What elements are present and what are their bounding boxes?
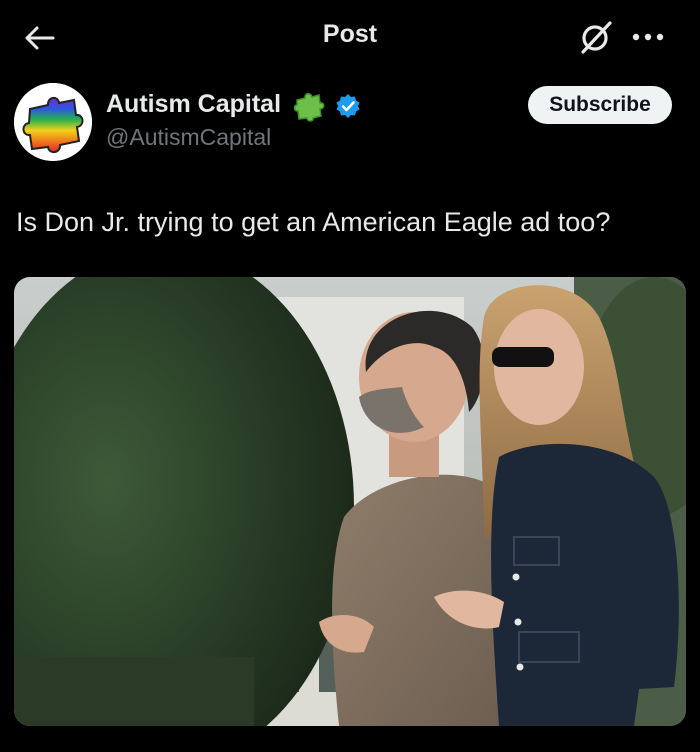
post-photo xyxy=(14,277,686,726)
more-horizontal-icon xyxy=(632,33,664,41)
avatar-puzzle-image xyxy=(14,83,92,161)
more-options-button[interactable] xyxy=(628,22,668,52)
verified-badge-icon xyxy=(336,94,360,118)
grok-icon xyxy=(581,21,612,54)
subscribe-button[interactable]: Subscribe xyxy=(528,86,672,124)
back-button[interactable] xyxy=(22,20,58,56)
arrow-left-icon xyxy=(25,26,55,50)
post-text: Is Don Jr. trying to get an American Eag… xyxy=(16,207,611,237)
post-image[interactable] xyxy=(14,277,686,726)
puzzle-piece-icon xyxy=(293,93,325,122)
grok-button[interactable] xyxy=(578,19,614,55)
top-bar: Post xyxy=(0,0,700,72)
avatar[interactable] xyxy=(14,83,92,161)
author-name[interactable]: Autism Capital xyxy=(106,90,281,119)
author-handle[interactable]: @AutismCapital xyxy=(106,124,271,151)
